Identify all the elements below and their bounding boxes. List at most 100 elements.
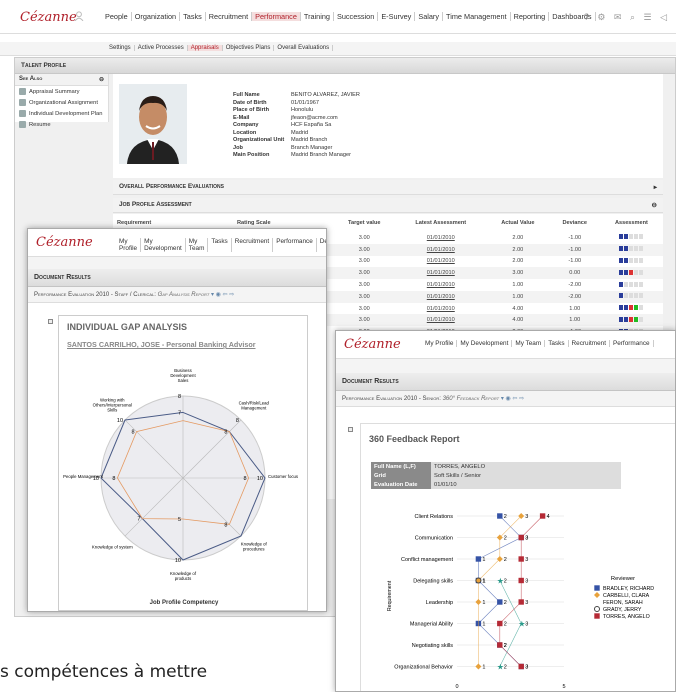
subnav-item-active-processes[interactable]: Active Processes <box>135 45 188 51</box>
overall-eval-bar[interactable]: Overall Performance Evaluations ▸ <box>113 180 663 195</box>
assessment-bars <box>619 305 644 311</box>
nav-item-tasks[interactable]: Tasks <box>208 238 232 252</box>
assessment-bars <box>619 246 644 252</box>
select-checkbox[interactable] <box>48 319 53 324</box>
assessment-bar <box>639 269 644 275</box>
nav-item-salary[interactable]: Salary <box>415 12 444 21</box>
select-checkbox[interactable] <box>348 427 353 432</box>
profile-photo <box>119 84 187 164</box>
collapse-icon[interactable]: ⊖ <box>99 76 104 83</box>
gap-analysis-window: Cézanne My Profile My Development My Team Ta… <box>27 228 327 612</box>
brand-logo[interactable]: Cézanne <box>36 235 93 250</box>
latest-assessment-link[interactable]: 01/01/2010 <box>395 243 487 256</box>
target-value-cell: 3.00 <box>358 234 370 241</box>
brand-logo[interactable]: Cézanne <box>344 337 401 352</box>
assessment-bar <box>624 305 629 311</box>
latest-assessment-link[interactable]: 01/01/2010 <box>395 290 487 303</box>
deviance-cell: -1.00 <box>568 234 582 241</box>
job-profile-bar[interactable]: Job Profile Assessment ⊖ <box>113 198 663 213</box>
nav-item-e-survey[interactable]: E-Survey <box>378 12 416 21</box>
subnav-item-overall-evaluations[interactable]: Overall Evaluations <box>274 45 334 51</box>
nav-item-my-profile[interactable]: My Profile <box>116 238 142 252</box>
see-also-header[interactable]: See Also ⊖ <box>15 74 108 86</box>
latest-assessment-link[interactable]: 01/01/2010 <box>395 314 487 327</box>
nav-item-recruitment[interactable]: Recruitment <box>206 12 253 21</box>
assessment-bar <box>629 234 634 240</box>
radar-label-line: Management <box>241 405 267 410</box>
nav-item-performance[interactable]: Performance <box>610 340 654 347</box>
nav-arrows-icon[interactable]: ▾ ◉ ⇦ ⇨ <box>501 396 524 402</box>
nav-item-succession[interactable]: Succession <box>334 12 379 21</box>
data-point <box>594 606 600 612</box>
field-value: Madrid <box>291 129 309 136</box>
nav-arrows-icon[interactable]: ▾ ◉ ⇦ ⇨ <box>211 292 234 298</box>
user-icon[interactable] <box>74 11 84 21</box>
latest-assessment-link[interactable]: 01/01/2010 <box>395 232 486 244</box>
see-also-item[interactable]: Appraisal Summary <box>15 86 108 97</box>
nav-item-dev[interactable]: Dev <box>317 238 326 252</box>
radar-value-label: 8 <box>236 418 239 424</box>
nav-item-recruitment[interactable]: Recruitment <box>569 340 610 347</box>
job-profile-title: Job Profile Assessment <box>119 201 192 208</box>
see-also-item[interactable]: Resume <box>15 119 108 130</box>
collapse-icon[interactable]: ⊖ <box>652 201 657 209</box>
nav-item-time-management[interactable]: Time Management <box>443 12 511 21</box>
target-value-cell: 3.00 <box>333 243 396 256</box>
assessment-bar <box>619 269 624 275</box>
nav-item-reporting[interactable]: Reporting <box>511 12 550 21</box>
nav-item-tasks[interactable]: Tasks <box>545 340 569 347</box>
assessment-bar <box>629 316 634 322</box>
latest-assessment-link[interactable]: 01/01/2010 <box>395 256 486 268</box>
radar-value-label: 8 <box>178 394 181 400</box>
data-point <box>594 585 600 591</box>
latest-assessment-link[interactable]: 01/01/2010 <box>395 303 486 315</box>
subnav-item-appraisals[interactable]: Appraisals <box>187 45 223 51</box>
see-also-item[interactable]: Individual Development Plan <box>15 108 108 119</box>
eval-title: Performance Evaluation 2010 - Staff / Cl… <box>34 292 156 298</box>
assessment-bar <box>624 293 629 299</box>
subnav-item-objectives-plans[interactable]: Objectives Plans <box>223 45 275 51</box>
data-value-label: 1 <box>482 665 485 671</box>
legend-entry: GRADY, JERRY <box>603 607 642 613</box>
radar-value-label: 7 <box>137 517 140 523</box>
nav-item-my-development[interactable]: My Development <box>457 340 513 347</box>
actual-value-cell: 4.00 <box>486 314 550 327</box>
assessment-bar <box>629 257 634 263</box>
nav-item-tasks[interactable]: Tasks <box>180 12 206 21</box>
latest-assessment-link[interactable]: 01/01/2010 <box>395 279 486 291</box>
nav-item-people[interactable]: People <box>102 12 132 21</box>
feedback-report: 360 Feedback Report Full Name (L,F) TORRE… <box>360 423 675 691</box>
nav-item-recruitment[interactable]: Recruitment <box>232 238 274 252</box>
latest-assessment-link[interactable]: 01/01/2010 <box>395 267 487 280</box>
nav-item-performance[interactable]: Performance <box>252 12 301 21</box>
assessment-bar <box>629 281 634 287</box>
deviance-cell: 0.00 <box>549 267 600 280</box>
see-also-item[interactable]: Organizational Assignment <box>15 97 108 108</box>
category-label: Delegating skills <box>413 579 453 585</box>
assessment-bar <box>619 281 624 287</box>
eval-title-bar[interactable]: Performance Evaluation 2010 - Senior: 36… <box>336 391 675 407</box>
assessment-bars <box>619 316 644 322</box>
brand-logo[interactable]: Cézanne <box>20 10 77 25</box>
data-point <box>475 599 482 605</box>
see-also-label: Resume <box>29 121 51 128</box>
toolbar-icons[interactable]: ? ⚙ ✉ ⌕ ☰ ◁ <box>584 12 670 23</box>
subnav-item-settings[interactable]: Settings <box>106 45 135 51</box>
data-value-label: 1 <box>482 622 485 628</box>
nav-item-performance[interactable]: Performance <box>273 238 317 252</box>
data-point <box>518 663 524 670</box>
assessment-bar <box>639 293 644 299</box>
document-icon <box>19 99 26 106</box>
actual-value-cell: 2.00 <box>486 243 550 256</box>
expand-icon[interactable]: ▸ <box>654 183 657 191</box>
radar-value-label: 10 <box>257 476 263 482</box>
data-value-label: 3 <box>525 557 528 563</box>
nav-item-my-development[interactable]: My Development <box>141 238 186 252</box>
nav-item-my-profile[interactable]: My Profile <box>422 340 458 347</box>
eval-title-bar[interactable]: Performance Evaluation 2010 - Staff / Cl… <box>28 287 326 303</box>
nav-item-training[interactable]: Training <box>301 12 334 21</box>
nav-item-organization[interactable]: Organization <box>132 12 181 21</box>
nav-item-my-team[interactable]: My Team <box>512 340 546 347</box>
radar-category-label: Business Development Sales <box>170 368 196 383</box>
nav-item-my-team[interactable]: My Team <box>186 238 209 252</box>
